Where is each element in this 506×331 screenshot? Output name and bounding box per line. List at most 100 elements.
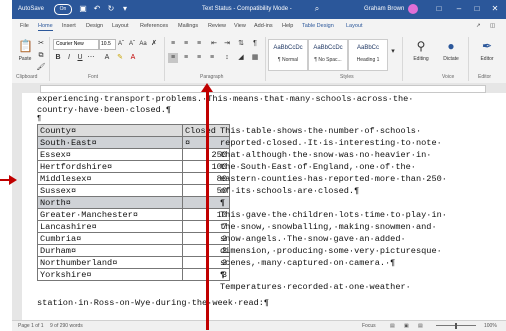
tab-home[interactable]: Home [38,23,53,31]
borders-icon[interactable]: ▦ [250,53,260,63]
styles-more-icon[interactable]: ▾ [388,47,398,57]
align-right-icon[interactable]: ≡ [194,53,204,63]
numbering-icon[interactable]: ≡ [181,39,191,49]
text-effects-icon[interactable]: A [102,53,112,63]
bullets-icon[interactable]: ≡ [168,39,178,49]
shading-icon[interactable]: ◢ [236,53,246,63]
tab-table-design[interactable]: Table Design [302,23,334,29]
more-font-options-icon[interactable]: ⋯ [86,53,96,63]
paragraph-mark: ¶ [220,270,226,280]
dictate-button[interactable]: ● Dictate [438,39,464,69]
paste-icon: 📋 [18,39,33,53]
zoom-level[interactable]: 100% [484,323,497,329]
tab-insert[interactable]: Insert [62,23,76,29]
table-cell-county[interactable]: Lancashire¤ [37,220,183,233]
underline-icon[interactable]: U [75,53,85,63]
body-text-line: experiencing·transport·problems.·This·me… [37,94,414,104]
table-cell-county[interactable]: North¤ [37,196,183,209]
search-icon[interactable]: ⌕ [312,4,322,14]
document-page[interactable]: experiencing·transport·problems.·This·me… [22,93,506,320]
shrink-font-icon[interactable]: Aˇ [127,39,137,49]
justify-icon[interactable]: ≡ [207,53,217,63]
autosave-toggle[interactable]: On [54,4,72,15]
tab-design[interactable]: Design [86,23,103,29]
ribbon-display-icon[interactable]: □ [432,3,446,15]
tab-addins[interactable]: Add-ins [254,23,273,29]
cut-icon[interactable]: ✂ [36,39,46,49]
zoom-slider-thumb[interactable] [455,323,457,329]
style-normal[interactable]: AaBbCcDc ¶ Normal [268,39,308,71]
line-spacing-icon[interactable]: ↕ [222,53,232,63]
editor-button[interactable]: ✒ Editor [474,39,500,69]
sort-icon[interactable]: ⇅ [236,39,246,49]
table-cell-county[interactable]: Northumberland¤ [37,256,183,269]
tab-view[interactable]: View [234,23,246,29]
grow-font-icon[interactable]: Aˆ [116,39,126,49]
close-icon[interactable]: ✕ [488,3,502,15]
table-row: Hertfordshire¤ 100 [37,160,230,173]
align-left-icon[interactable]: ≡ [168,53,178,63]
tab-review[interactable]: Review [208,23,226,29]
align-center-icon[interactable]: ≡ [181,53,191,63]
avatar[interactable] [408,4,418,14]
copy-icon[interactable]: ⧉ [36,51,46,61]
clear-formatting-icon[interactable]: ✗ [149,39,159,49]
save-icon[interactable]: ▣ [78,4,88,14]
focus-mode[interactable]: Focus [362,323,376,329]
restore-icon[interactable]: □ [470,3,484,15]
page-count[interactable]: Page 1 of 1 [18,323,44,329]
user-name[interactable]: Graham Brown [364,6,404,12]
comments-icon[interactable]: ◫ [490,23,495,29]
minimize-icon[interactable]: – [452,3,466,15]
table-cell-county[interactable]: Greater·Manchester¤ [37,208,183,221]
paste-button[interactable]: 📋 Paste [14,39,36,69]
tab-file[interactable]: File [20,23,29,29]
table-cell-county[interactable]: Yorkshire¤ [37,268,183,281]
print-layout-icon[interactable]: ▣ [404,323,409,329]
highlight-icon[interactable]: ✎ [115,53,125,63]
tab-references[interactable]: References [140,23,168,29]
read-mode-icon[interactable]: ▤ [390,323,395,329]
table-cell-county[interactable]: Middlesex¤ [37,172,183,185]
table-cell-county[interactable]: South·East¤ [37,136,183,149]
font-name-box[interactable]: Courier New [53,39,99,50]
quick-access-more-icon[interactable]: ▾ [120,4,130,14]
editing-button[interactable]: ⚲ Editing [408,39,434,69]
horizontal-ruler[interactable] [12,83,506,93]
tab-mailings[interactable]: Mailings [178,23,198,29]
web-layout-icon[interactable]: ▤ [418,323,423,329]
tab-table-layout[interactable]: Layout [346,23,363,29]
decrease-indent-icon[interactable]: ⇤ [209,39,219,49]
tab-layout[interactable]: Layout [112,23,129,29]
table-row: Greater·Manchester¤ 10 [37,208,230,221]
schools-closed-table[interactable]: County¤ Closed South·East¤ ¤ Essex¤ 250 He… [37,124,230,281]
table-cell-county[interactable]: Durham¤ [37,244,183,257]
annotation-arrow-line [206,88,209,330]
change-case-icon[interactable]: Aa [138,39,148,49]
table-cell-county[interactable]: Hertfordshire¤ [37,160,183,173]
italic-icon[interactable]: I [64,53,74,63]
share-icon[interactable]: ↗ [476,23,481,29]
font-size-box[interactable]: 10.5 [99,39,116,50]
format-painter-icon[interactable]: 🖌 [36,63,46,73]
multilevel-list-icon[interactable]: ≡ [194,39,204,49]
style-heading-1[interactable]: AaBbCc Heading 1 [348,39,388,71]
font-color-icon[interactable]: A [128,53,138,63]
group-separator [164,37,165,81]
table-cell-county[interactable]: Essex¤ [37,148,183,161]
table-cell-county[interactable]: Cumbria¤ [37,232,183,245]
increase-indent-icon[interactable]: ⇥ [222,39,232,49]
microphone-icon: ● [447,39,455,53]
style-no-spacing[interactable]: AaBbCcDc ¶ No Spac... [308,39,348,71]
vertical-ruler[interactable] [12,93,22,320]
bold-icon[interactable]: B [53,53,63,63]
table-header-county[interactable]: County¤ [37,124,183,137]
tab-help[interactable]: Help [282,23,293,29]
group-separator [49,37,50,81]
redo-icon[interactable]: ↻ [106,4,116,14]
body-text-line: This·gave·the·children·lots·time·to·play… [220,210,447,220]
table-cell-county[interactable]: Sussex¤ [37,184,183,197]
word-count[interactable]: 9 of 290 words [50,323,83,329]
show-formatting-icon[interactable]: ¶ [250,39,260,49]
undo-icon[interactable]: ↶ [92,4,102,14]
